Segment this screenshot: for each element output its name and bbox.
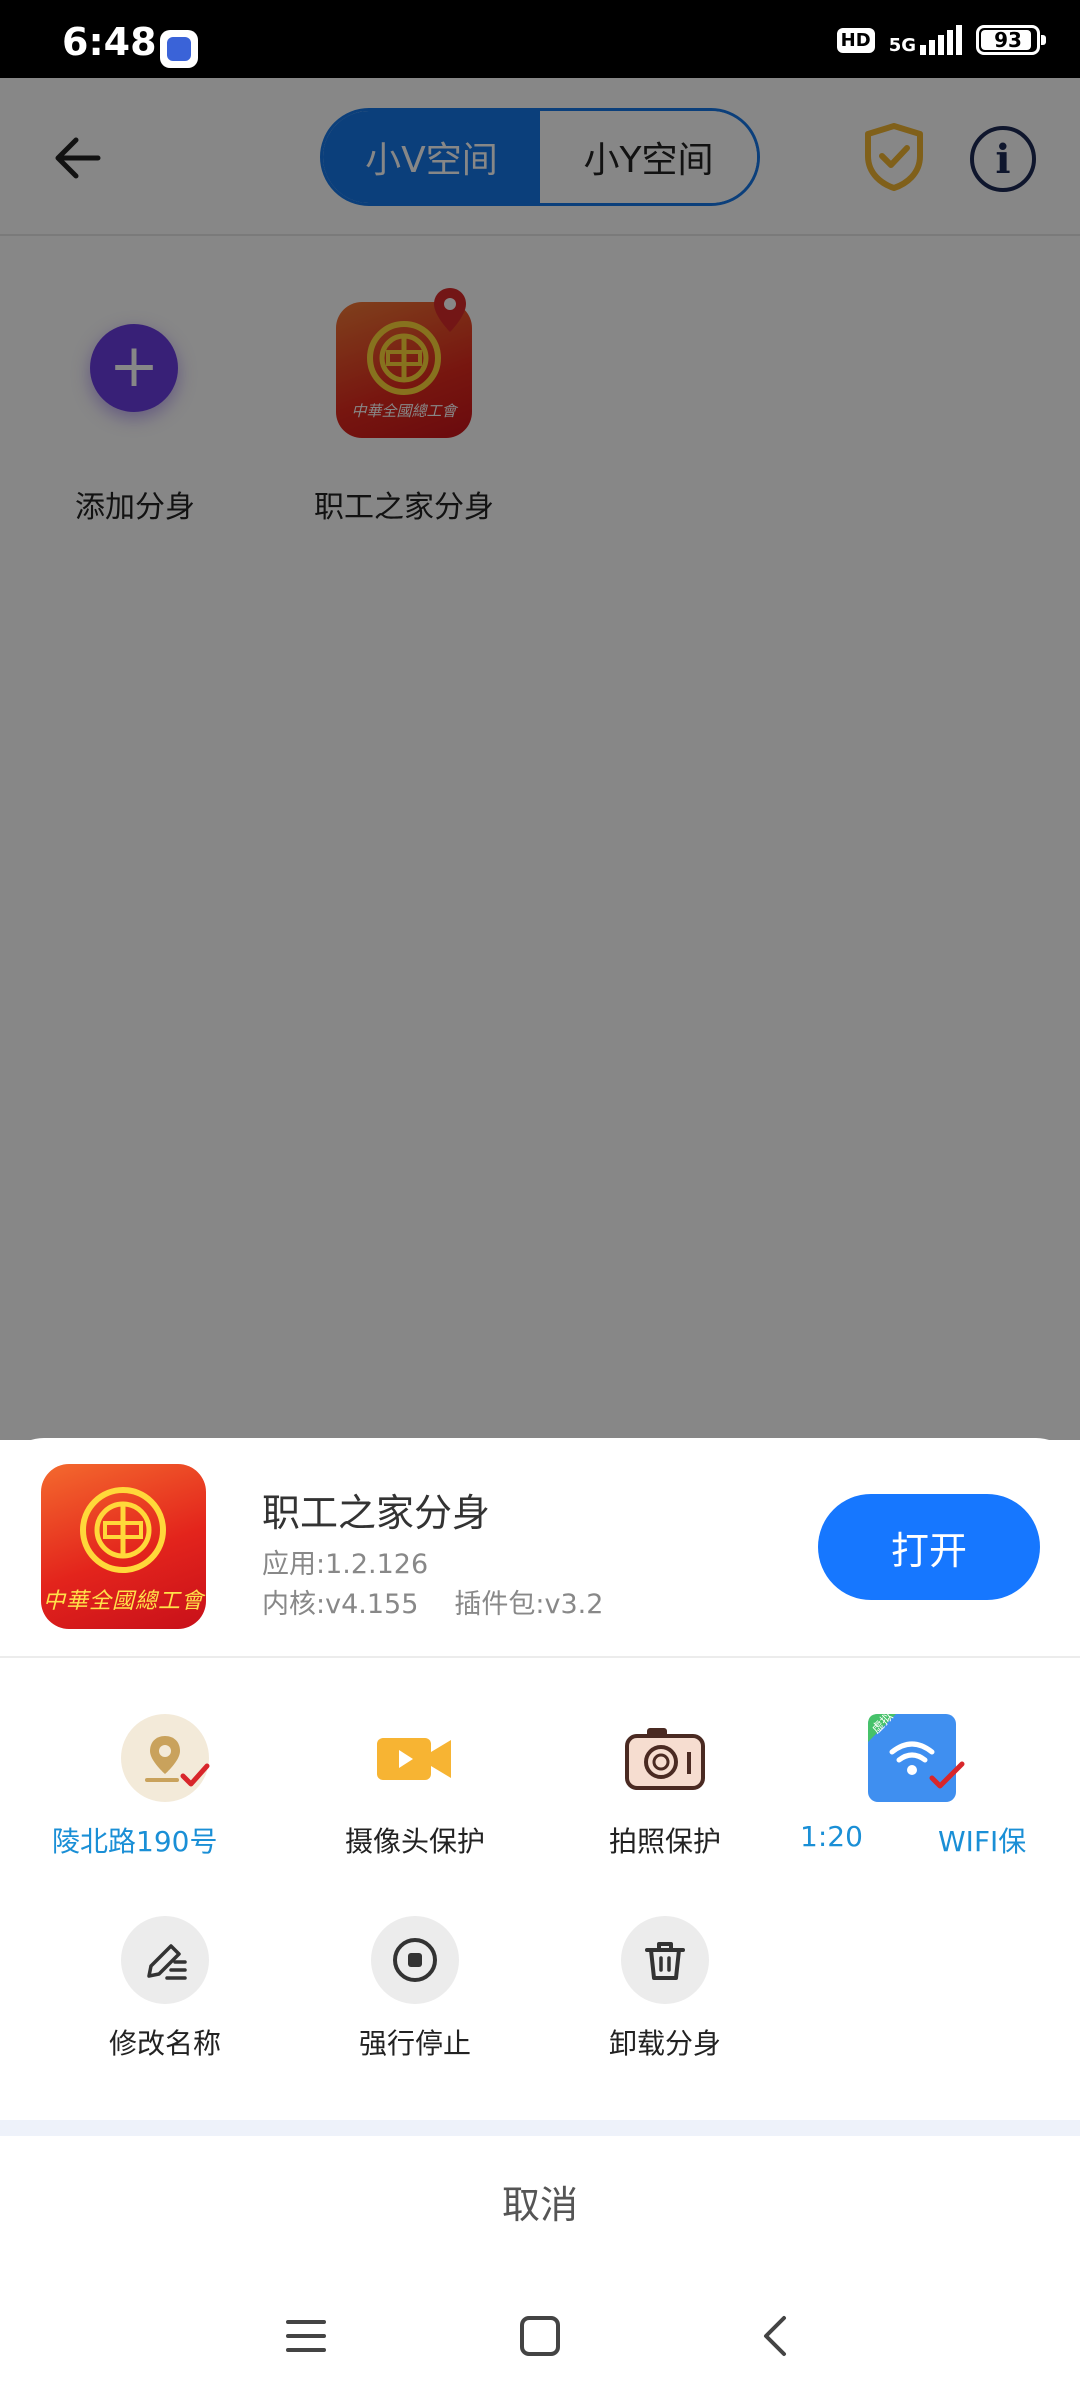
wifi-protect-tool[interactable]: 虚拟 WIFI保 — [850, 1709, 1080, 1864]
location-protect-tool[interactable]: 陵北路190号 — [40, 1714, 290, 1864]
camera-protect-tool[interactable]: 摄像头保护 — [290, 1714, 540, 1864]
union-emblem-icon — [80, 1487, 166, 1573]
divider — [0, 1656, 1080, 1658]
back-icon — [764, 2316, 786, 2356]
kernel-plugin-version: 内核:v4.155 插件包:v3.2 — [262, 1582, 603, 1621]
nav-back-button[interactable] — [734, 2296, 814, 2376]
location-icon — [121, 1714, 210, 1802]
home-icon — [520, 2316, 560, 2356]
rename-label: 修改名称 — [108, 2027, 221, 2060]
app-icon-text: 中華全國總工會 — [42, 1589, 204, 1614]
camera-protect-label: 摄像头保护 — [344, 1825, 485, 1858]
dim-overlay[interactable] — [0, 78, 1080, 1440]
edit-icon — [121, 1916, 209, 2004]
uninstall-label: 卸载分身 — [608, 2027, 721, 2060]
home-button[interactable] — [500, 2296, 580, 2376]
menu-icon — [286, 2320, 326, 2352]
force-stop-tool[interactable]: 强行停止 — [290, 1916, 540, 2066]
status-bar: 6:48 HD 5G 93 — [0, 0, 1080, 78]
trash-icon — [621, 1916, 709, 2004]
plugin-version: 插件包:v3.2 — [454, 1589, 604, 1620]
sheet-app-icon: 中華全國總工會 — [41, 1464, 206, 1629]
cancel-button[interactable]: 取消 — [0, 2136, 1080, 2266]
stop-icon — [371, 1916, 459, 2004]
app-version: 应用:1.2.126 — [262, 1549, 429, 1580]
location-label: 陵北路190号 — [52, 1825, 218, 1858]
app-name: 职工之家分身 — [262, 1491, 491, 1535]
notification-app-icon — [160, 30, 198, 68]
battery-level: 93 — [994, 28, 1022, 52]
app-options-sheet: 中華全國總工會 职工之家分身 应用:1.2.126 内核:v4.155 插件包:v… — [0, 1438, 1080, 2400]
wifi-icon: 虚拟 — [868, 1709, 965, 1802]
status-time: 6:48 — [62, 20, 157, 64]
system-nav-bar — [0, 2266, 1080, 2400]
battery-icon: 93 — [976, 25, 1046, 55]
camera-video-icon — [371, 1714, 459, 1802]
photo-protect-tool[interactable]: 拍照保护 — [540, 1714, 790, 1864]
status-indicators: HD 5G 93 — [836, 22, 1046, 58]
kernel-version: 内核:v4.155 — [262, 1589, 419, 1620]
force-stop-label: 强行停止 — [358, 2027, 471, 2060]
network-type: 5G — [888, 35, 916, 56]
cellular-indicator: 5G — [889, 25, 962, 55]
signal-icon — [920, 25, 962, 55]
open-button[interactable]: 打开 — [818, 1494, 1040, 1600]
wifi-protect-label: WIFI保 — [938, 1825, 1027, 1858]
camera-icon — [621, 1714, 709, 1802]
photo-protect-label: 拍照保护 — [608, 1825, 721, 1858]
sheet-separator — [0, 2120, 1080, 2136]
uninstall-tool[interactable]: 卸载分身 — [540, 1916, 790, 2066]
menu-button[interactable] — [266, 2296, 346, 2376]
rename-tool[interactable]: 修改名称 — [40, 1916, 290, 2066]
hd-badge: HD — [836, 27, 875, 53]
